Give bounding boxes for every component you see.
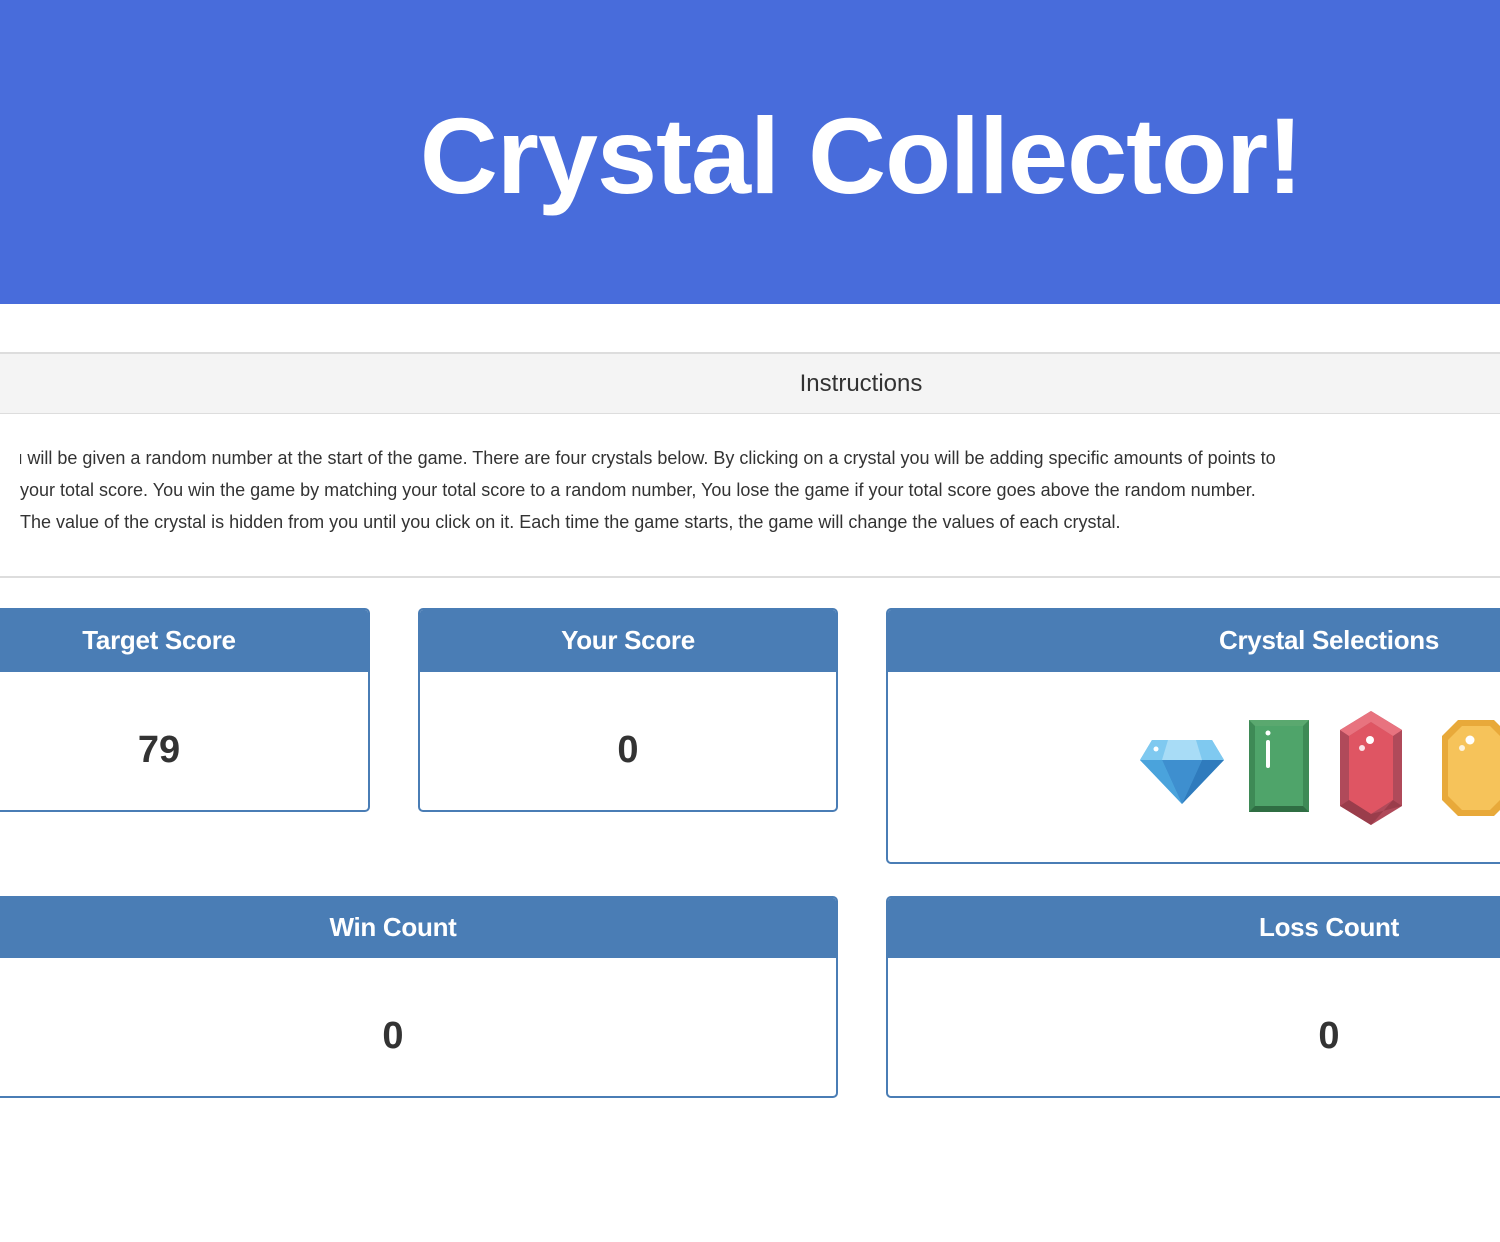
instructions-heading: Instructions [0, 354, 1500, 414]
green-emerald-crystal-icon[interactable] [1248, 718, 1310, 814]
blue-diamond-crystal-icon[interactable] [1138, 738, 1226, 806]
header-banner: Crystal Collector! [0, 0, 1500, 304]
crystal-row [1138, 708, 1500, 828]
red-ruby-crystal-icon[interactable] [1338, 710, 1404, 826]
win-count-panel: Win Count 0 [0, 896, 838, 1098]
instructions-text-wrapper: You will be given a random number at the… [20, 442, 1500, 538]
target-score-label: Target Score [0, 610, 368, 672]
loss-count-label: Loss Count [888, 898, 1500, 958]
instructions-panel: Instructions You will be given a random … [0, 352, 1500, 578]
loss-count-value: 0 [1318, 1015, 1340, 1057]
win-count-value: 0 [382, 1015, 404, 1057]
target-score-value: 79 [137, 729, 181, 771]
instructions-text: You will be given a random number at the… [20, 448, 1276, 532]
your-score-panel: Your Score 0 [418, 608, 838, 812]
your-score-value: 0 [617, 729, 639, 771]
your-score-label: Your Score [420, 610, 836, 672]
page: Crystal Collector! Instructions You will… [0, 0, 1500, 1242]
loss-count-panel: Loss Count 0 [886, 896, 1500, 1098]
crystal-selections-label: Crystal Selections [888, 610, 1500, 672]
target-score-panel: Target Score 79 [0, 608, 370, 812]
page-title: Crystal Collector! [419, 95, 1303, 216]
yellow-topaz-crystal-icon[interactable] [1440, 718, 1500, 818]
win-count-label: Win Count [0, 898, 836, 958]
